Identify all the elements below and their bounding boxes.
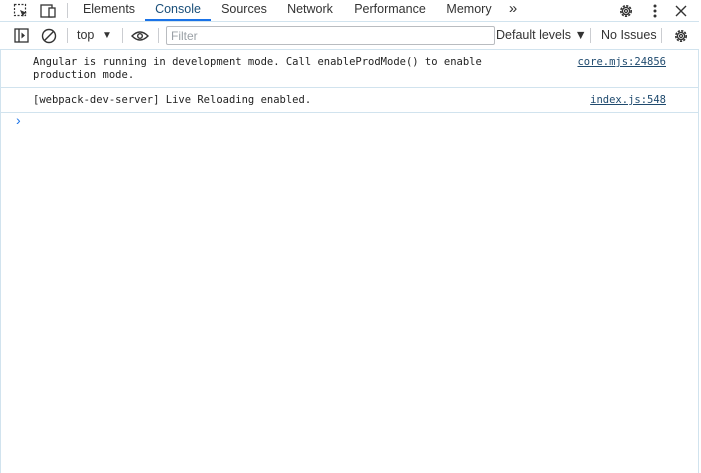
tabbar-separator	[67, 3, 68, 18]
message-text: Angular is running in development mode. …	[33, 56, 489, 81]
message-source-link[interactable]: index.js:548	[590, 94, 666, 107]
toolbar-separator	[122, 28, 123, 43]
toolbar-separator	[67, 28, 68, 43]
clear-console-icon[interactable]	[39, 22, 59, 49]
live-expression-icon[interactable]	[129, 22, 151, 49]
filter-input[interactable]	[166, 26, 495, 45]
toolbar-separator	[158, 28, 159, 43]
sidebar-toggle-icon[interactable]	[11, 22, 31, 49]
gear-icon[interactable]	[615, 0, 637, 21]
console-prompt[interactable]: ›	[16, 113, 21, 127]
tab-network[interactable]: Network	[278, 0, 342, 21]
kebab-menu-icon[interactable]	[645, 0, 665, 21]
issues-button[interactable]: No Issues	[601, 22, 657, 49]
console-toolbar: top ▼ Default levels ▼ No Issues	[0, 22, 699, 50]
tab-sources[interactable]: Sources	[213, 0, 275, 21]
console-settings-gear-icon[interactable]	[671, 22, 691, 49]
tab-console[interactable]: Console	[145, 0, 211, 21]
context-selector[interactable]: top	[77, 22, 94, 49]
message-text: [webpack-dev-server] Live Reloading enab…	[33, 94, 312, 106]
toolbar-separator	[590, 28, 591, 43]
inspect-element-icon[interactable]	[10, 0, 32, 21]
tab-performance[interactable]: Performance	[348, 0, 432, 21]
console-message: Angular is running in development mode. …	[1, 50, 698, 88]
device-toolbar-icon[interactable]	[37, 0, 59, 21]
log-levels-dropdown[interactable]: Default levels ▼	[496, 22, 587, 49]
message-source-link[interactable]: core.mjs:24856	[577, 56, 666, 69]
console-message: [webpack-dev-server] Live Reloading enab…	[1, 88, 698, 113]
toolbar-separator	[661, 28, 662, 43]
chevron-down-icon[interactable]: ▼	[102, 22, 112, 49]
close-icon[interactable]	[671, 0, 691, 21]
devtools-tabbar: Elements Console Sources Network Perform…	[0, 0, 699, 22]
more-tabs-button[interactable]: »	[502, 0, 524, 21]
console-output[interactable]: Angular is running in development mode. …	[0, 50, 699, 473]
tab-memory[interactable]: Memory	[440, 0, 498, 21]
tab-elements[interactable]: Elements	[75, 0, 143, 21]
